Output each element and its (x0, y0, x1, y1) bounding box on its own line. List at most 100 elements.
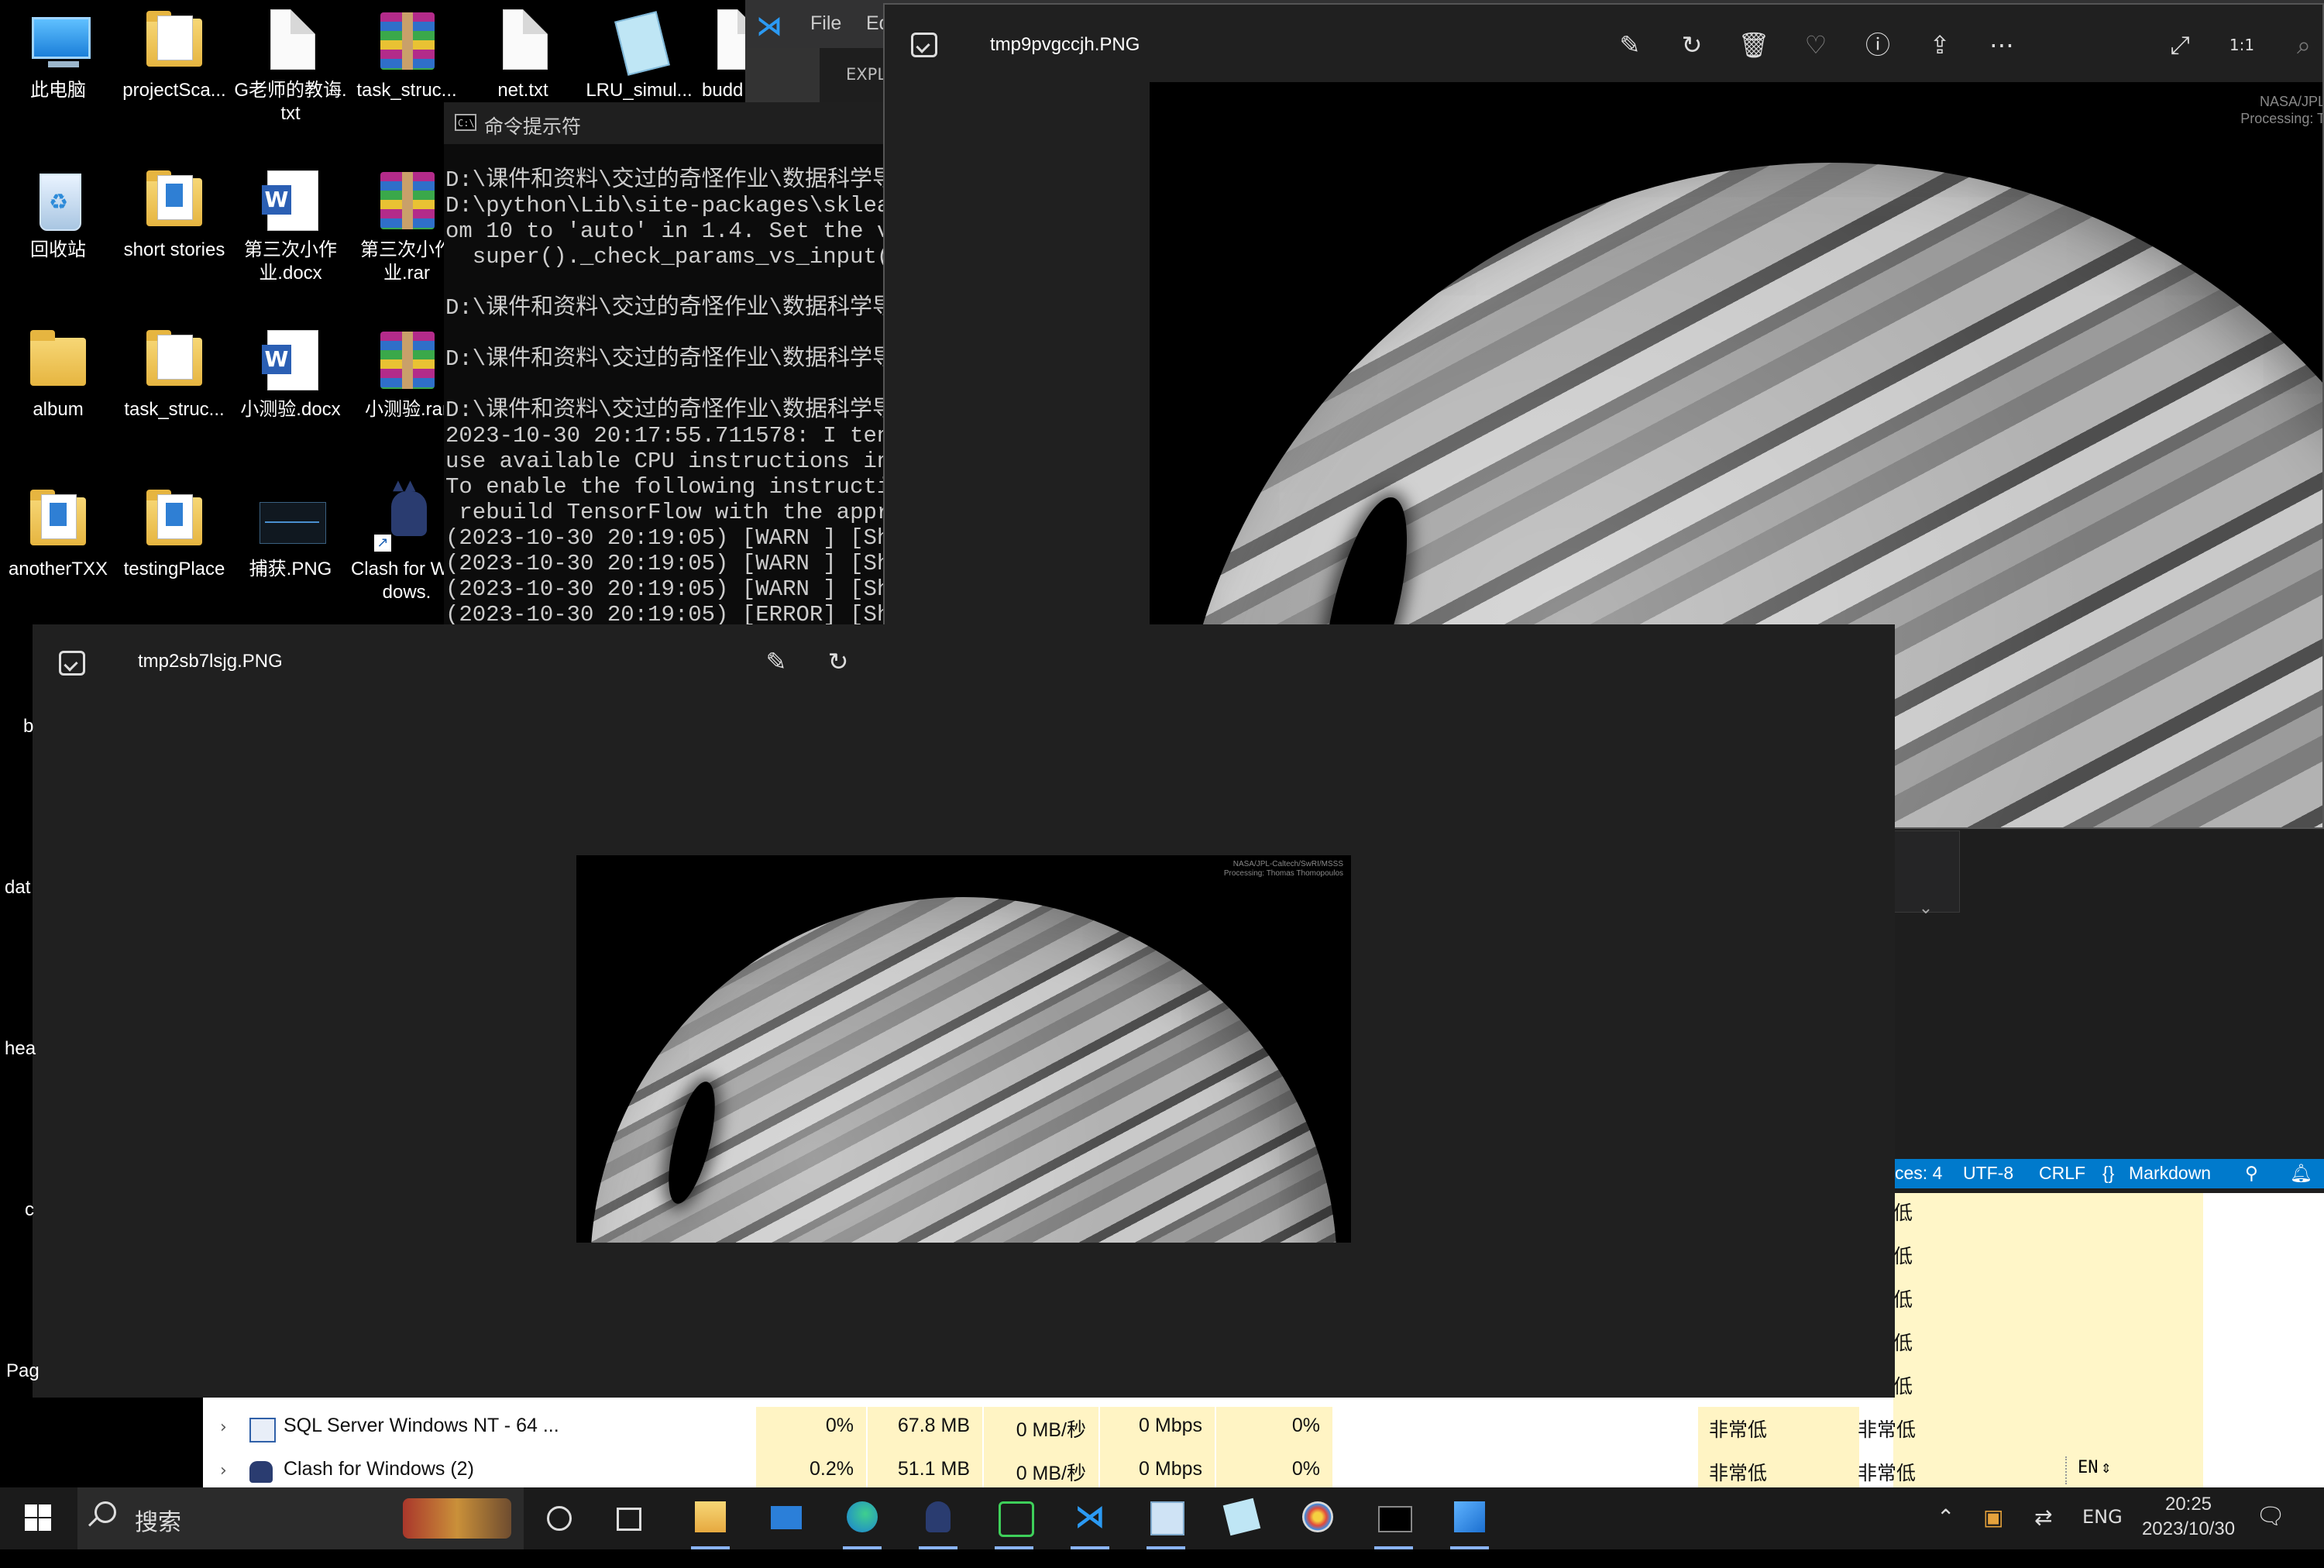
computer-icon (26, 8, 91, 74)
chevron-right-icon[interactable]: › (220, 1461, 227, 1480)
clock-time[interactable]: 20:25 (2138, 1494, 2239, 1515)
desktop-icon-testingplace[interactable]: testingPlace (116, 487, 232, 581)
status-eol[interactable]: CRLF (2039, 1163, 2085, 1184)
desktop-icon-projectsca[interactable]: projectSca... (116, 8, 232, 102)
taskbar-notepad[interactable] (1207, 1487, 1277, 1549)
desktop-icon-label: net.txt (497, 80, 548, 101)
rotate-icon[interactable]: ↻ (1673, 26, 1710, 64)
desktop-icon-this-pc[interactable]: 此电脑 (0, 8, 116, 102)
desktop-icon-recycle-bin[interactable]: 回收站 (0, 167, 116, 262)
actual-size-icon[interactable]: 1:1 (2223, 26, 2260, 64)
rotate-icon[interactable]: ↻ (820, 643, 857, 680)
desktop-icon-g-teacher-txt[interactable]: G老师的教诲.txt (232, 8, 349, 126)
share-icon[interactable]: ⇪ (1921, 26, 1958, 64)
taskbar-photos[interactable] (1435, 1487, 1504, 1549)
clock-date[interactable]: 2023/10/30 (2138, 1518, 2239, 1540)
network-icon[interactable]: ⇄ (2034, 1504, 2052, 1566)
desktop-icon-capture-png[interactable]: 捕获.PNG (232, 487, 349, 581)
desktop-icon-label: task_struc... (356, 80, 457, 101)
tray-app-icon[interactable]: ▣ (1983, 1504, 2003, 1566)
jupiter-image[interactable]: NASA/JPL-Caltech/SwRI/MSSS Processing: T… (576, 855, 1351, 1243)
text-file-icon (697, 8, 751, 74)
vscode-icon: ⋊ (1074, 1499, 1105, 1535)
cmd-line (445, 372, 893, 397)
input-language[interactable]: ENG (2082, 1506, 2123, 1568)
favorite-heart-icon[interactable]: ♡ (1797, 26, 1834, 64)
ime-indicator[interactable]: EN ⇕ (2065, 1456, 2115, 1484)
desktop-icon-anothertxx[interactable]: anotherTXX (0, 487, 116, 581)
taskbar-vscode[interactable]: ⋊ (1055, 1487, 1125, 1549)
taskbar-cmd[interactable] (1359, 1487, 1428, 1549)
notification-bell-icon[interactable]: 🔔︎ (2290, 1163, 2312, 1184)
desktop-icon-label: 捕获.PNG (249, 559, 332, 579)
photos-app-icon (911, 33, 937, 57)
folder-icon (142, 167, 207, 234)
zoom-icon[interactable]: ⌕ (2285, 26, 2322, 64)
cmd-line: (2023-10-30 20:19:05) [ERROR] [SharedLib… (445, 602, 893, 626)
cmd-line: D:\课件和资料\交过的奇怪作业\数据科学导论> (445, 397, 893, 423)
tray-overflow-chevron-icon[interactable]: ⌃ (1937, 1504, 1954, 1566)
chevron-right-icon[interactable]: › (220, 1418, 227, 1437)
delete-icon[interactable]: 🗑︎ (1735, 26, 1772, 64)
cortana-circle-icon (547, 1506, 572, 1531)
cmd-titlebar[interactable]: C:\ 命令提示符 (444, 102, 893, 144)
gpu-cell: 0% (1215, 1407, 1332, 1450)
edit-image-icon[interactable]: ✎ (758, 643, 795, 680)
fullscreen-icon[interactable]: ⤢ (2161, 26, 2199, 64)
image-credit: NASA/JPL-Caltech/SwRI/MSSS Processing: T… (1223, 860, 1343, 878)
taskbar-clash[interactable] (903, 1487, 973, 1549)
status-indentation[interactable]: ces: 4 (1895, 1163, 1942, 1184)
taskbar-mail[interactable] (751, 1487, 821, 1549)
task-view-button[interactable] (524, 1487, 593, 1549)
feedback-person-icon[interactable]: ⚲ (2245, 1163, 2258, 1184)
photo-filename: tmp9pvgccjh.PNG (990, 34, 1140, 55)
table-row[interactable]: › SQL Server Windows NT - 64 ... 0% 67.8… (203, 1407, 2324, 1450)
jupiter-planet (590, 897, 1337, 1243)
desktop-icon-quiz-docx[interactable]: 小测验.docx (232, 327, 349, 421)
vscode-logo-icon: ⋊ (756, 11, 782, 42)
task-view-icon (617, 1508, 641, 1531)
notifications-icon[interactable]: 🗨︎ (2256, 1503, 2285, 1565)
more-options-icon[interactable]: ⋯ (1983, 26, 2020, 64)
task-view-icon-button[interactable] (593, 1487, 663, 1549)
edge-icon (847, 1501, 878, 1532)
edit-image-icon[interactable]: ✎ (1611, 26, 1648, 64)
search-icon (95, 1501, 116, 1523)
desktop-icon-label: dat (5, 877, 31, 898)
desktop-icon-short-stories[interactable]: short stories (116, 167, 232, 262)
desktop-icon-net-txt[interactable]: net.txt (465, 8, 581, 102)
desktop-icon-task-struc-rar[interactable]: task_struc... (349, 8, 465, 102)
cmd-line: 2023-10-30 20:17:55.711578: I tensorflow… (445, 423, 893, 449)
status-language[interactable]: Markdown (2129, 1163, 2211, 1184)
desktop-icon-label: budd (702, 80, 744, 101)
desktop-icon-task-struc-2[interactable]: task_struc... (116, 327, 232, 421)
desktop-icon-hw3-docx[interactable]: 第三次小作业.docx (232, 167, 349, 285)
menu-file[interactable]: File (810, 12, 841, 35)
text-file-icon (490, 8, 555, 74)
taskbar-paint[interactable] (1283, 1487, 1353, 1549)
info-icon[interactable]: ⓘ (1859, 26, 1896, 64)
memory-cell: 67.8 MB (866, 1407, 982, 1450)
taskbar-gitkraken[interactable] (979, 1487, 1049, 1549)
desktop-icon-budd[interactable]: budd (697, 8, 751, 102)
desktop-icon-label: album (33, 399, 84, 420)
taskbar-search-box[interactable]: 搜索 (77, 1487, 524, 1549)
desktop-icon-lru-simul[interactable]: LRU_simul... (581, 8, 697, 102)
cmd-line: rebuild TensorFlow with the appropriate … (459, 500, 893, 525)
cmd-line (445, 270, 893, 295)
desktop-icon-label: 回收站 (30, 239, 86, 260)
photos-icon (1454, 1501, 1485, 1532)
word-doc-icon (258, 167, 323, 234)
folder-icon (142, 327, 207, 394)
taskbar-task-manager[interactable] (1131, 1487, 1201, 1549)
desktop-icon-label: projectSca... (122, 80, 226, 101)
vscode-panel-dropdown[interactable]: ⌄ (1892, 830, 1960, 918)
status-encoding[interactable]: UTF-8 (1963, 1163, 2013, 1184)
desktop-icon-album[interactable]: album (0, 327, 116, 421)
cmd-output[interactable]: D:\课件和资料\交过的奇怪作业\数据科学导论> D:\python\Lib\si… (445, 167, 893, 626)
taskbar-file-explorer[interactable] (676, 1487, 745, 1549)
start-button[interactable] (0, 1487, 77, 1549)
priority-cell: 低 (1893, 1245, 1913, 1267)
taskbar-edge[interactable] (827, 1487, 897, 1549)
image-file-icon (258, 487, 326, 553)
